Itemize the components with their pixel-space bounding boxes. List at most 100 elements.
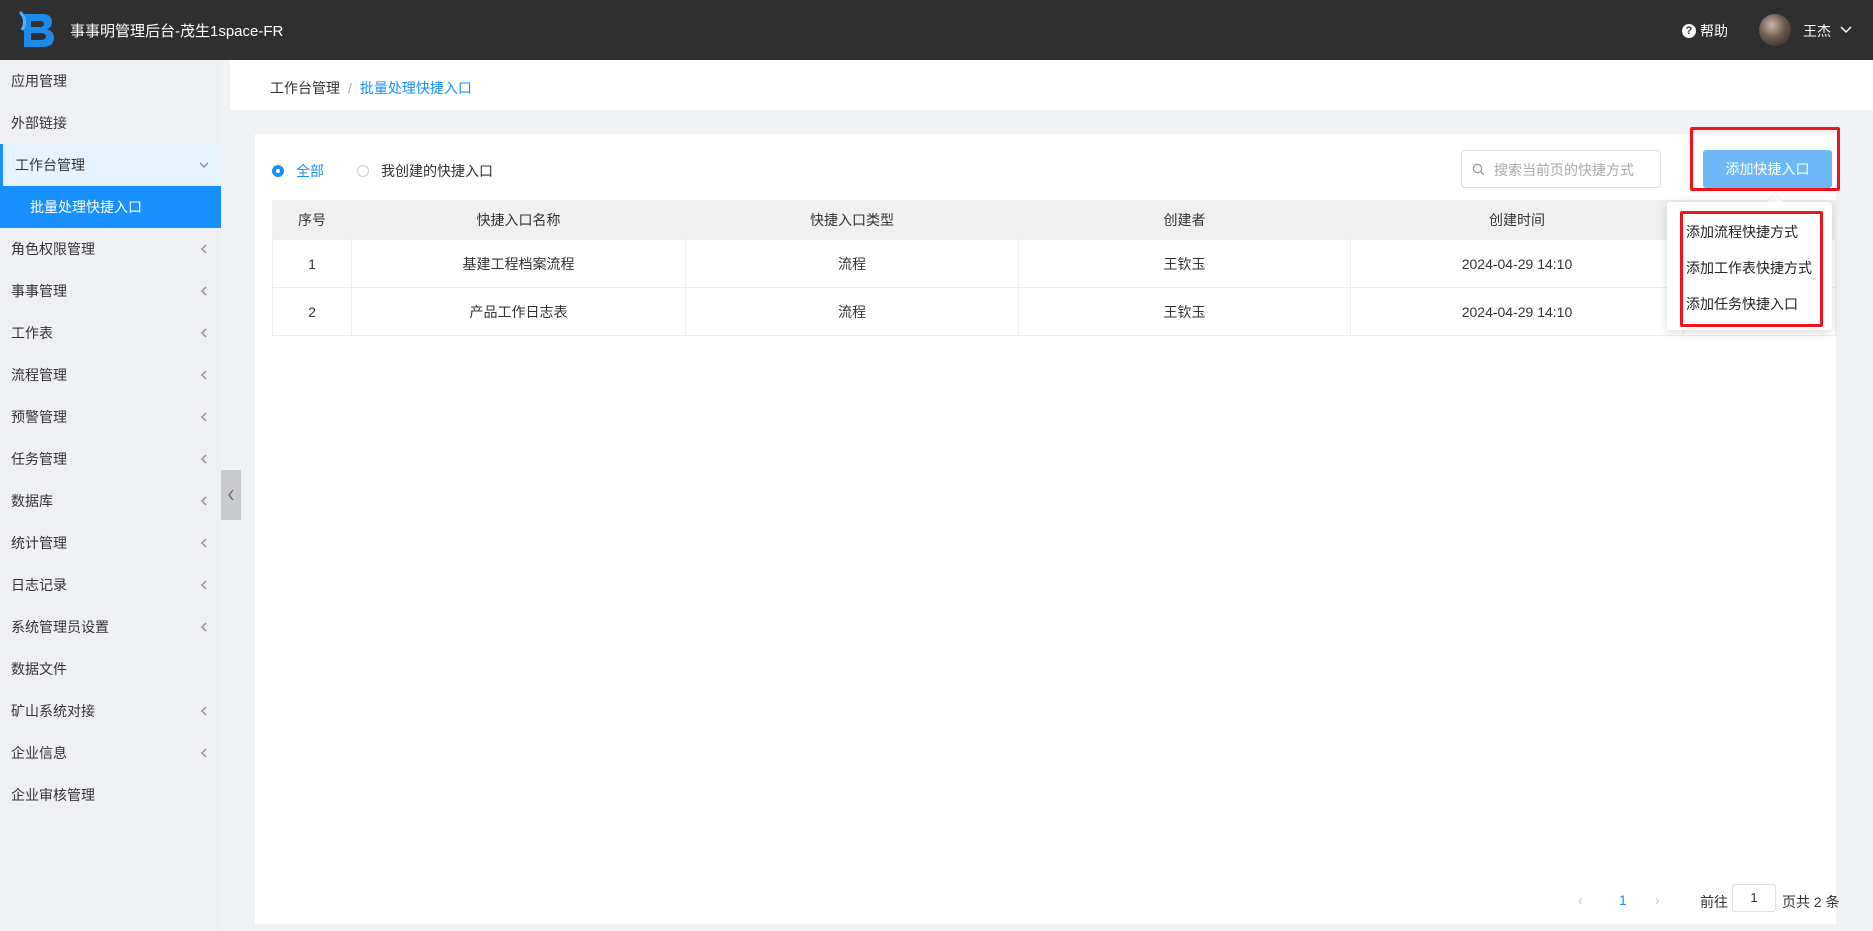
filter-mine-label: 我创建的快捷入口: [381, 163, 493, 179]
table-cell: 王钦玉: [1019, 288, 1351, 335]
sidebar-item-label: 批量处理快捷入口: [30, 199, 142, 215]
filter-mine-radio[interactable]: 我创建的快捷入口: [357, 161, 493, 181]
radio-checked-icon: [272, 165, 284, 177]
sidebar-item-worksheet[interactable]: 工作表: [0, 312, 221, 354]
sidebar-item-alerts[interactable]: 预警管理: [0, 396, 221, 438]
sidebar-item-label: 矿山系统对接: [11, 703, 95, 719]
pagination-page-1[interactable]: 1: [1619, 892, 1627, 908]
pagination-goto-label: 前往: [1700, 894, 1728, 910]
chevron-left-icon: [201, 748, 207, 758]
sidebar-item-admin-settings[interactable]: 系统管理员设置: [0, 606, 221, 648]
sidebar-item-data-files[interactable]: 数据文件: [0, 648, 221, 690]
table-cell: 2024-04-29 14:10: [1351, 288, 1684, 335]
help-icon: ?: [1682, 24, 1696, 38]
chevron-left-icon: [201, 370, 207, 380]
highlight-box: [1690, 127, 1840, 191]
main-panel: 全部 我创建的快捷入口 添加快捷入口 序号 快捷入口名称 快捷入口类型 创建者 …: [255, 134, 1836, 924]
breadcrumb-separator: /: [348, 80, 352, 96]
sidebar-collapse-button[interactable]: [221, 470, 241, 520]
highlight-box: [1680, 211, 1823, 327]
pagination-goto-input[interactable]: 1: [1732, 884, 1776, 912]
breadcrumb: 工作台管理 / 批量处理快捷入口: [270, 78, 472, 98]
column-header: 序号: [272, 200, 352, 239]
sidebar-item-label: 工作台管理: [15, 157, 85, 173]
sidebar-item-tasks[interactable]: 任务管理: [0, 438, 221, 480]
sidebar-item-app-management[interactable]: 应用管理: [0, 60, 221, 102]
pagination-next-button[interactable]: ›: [1655, 892, 1660, 908]
avatar[interactable]: [1759, 14, 1791, 46]
pagination-prev-button[interactable]: ‹: [1578, 892, 1583, 908]
sidebar-item-label: 任务管理: [11, 451, 67, 467]
sidebar-item-label: 数据库: [11, 493, 53, 509]
column-header: 快捷入口名称: [352, 200, 686, 239]
sidebar-item-label: 预警管理: [11, 409, 67, 425]
app-logo-icon: [18, 10, 54, 47]
sidebar-item-workbench-management[interactable]: 工作台管理: [0, 144, 221, 186]
chevron-left-icon: [201, 706, 207, 716]
app-title: 事事明管理后台-茂生1space-FR: [70, 23, 284, 40]
table-cell: 2024-04-29 14:10: [1351, 240, 1684, 287]
search-icon: [1472, 163, 1485, 176]
search-box[interactable]: [1461, 150, 1661, 188]
radio-unchecked-icon: [357, 165, 369, 177]
sidebar-item-database[interactable]: 数据库: [0, 480, 221, 522]
sidebar-item-batch-shortcuts[interactable]: 批量处理快捷入口: [0, 186, 221, 228]
sidebar-item-label: 企业审核管理: [11, 787, 95, 803]
breadcrumb-bar: 工作台管理 / 批量处理快捷入口: [230, 60, 1873, 110]
search-input[interactable]: [1492, 159, 1656, 181]
top-bar: 事事明管理后台-茂生1space-FR ? 帮助 王杰: [0, 0, 1873, 60]
chevron-down-icon: [199, 162, 209, 168]
chevron-left-icon: [201, 328, 207, 338]
table-row[interactable]: 2 产品工作日志表 流程 王钦玉 2024-04-29 14:10: [272, 288, 1836, 336]
column-header: 创建者: [1019, 200, 1351, 239]
sidebar-item-label: 应用管理: [11, 73, 67, 89]
chevron-down-icon[interactable]: [1839, 22, 1853, 36]
chevron-left-icon: [201, 622, 207, 632]
sidebar-item-logs[interactable]: 日志记录: [0, 564, 221, 606]
table-header-row: 序号 快捷入口名称 快捷入口类型 创建者 创建时间: [272, 200, 1836, 240]
table-cell: 王钦玉: [1019, 240, 1351, 287]
chevron-left-icon: [201, 412, 207, 422]
breadcrumb-current: 批量处理快捷入口: [359, 80, 472, 96]
sidebar-item-statistics[interactable]: 统计管理: [0, 522, 221, 564]
sidebar-item-label: 外部链接: [11, 115, 67, 131]
sidebar-item-label: 事事管理: [11, 283, 67, 299]
pagination-total: 页共 2 条: [1782, 894, 1840, 910]
sidebar-item-mine-integration[interactable]: 矿山系统对接: [0, 690, 221, 732]
table-cell: 流程: [686, 240, 1019, 287]
filter-all-label: 全部: [296, 163, 324, 179]
sidebar-item-label: 统计管理: [11, 535, 67, 551]
sidebar-item-label: 数据文件: [11, 661, 67, 677]
sidebar-item-label: 企业信息: [11, 745, 67, 761]
help-label: 帮助: [1700, 23, 1728, 39]
sidebar-item-role-permissions[interactable]: 角色权限管理: [0, 228, 221, 270]
chevron-left-icon: [228, 489, 234, 501]
sidebar-item-label: 系统管理员设置: [11, 619, 109, 635]
sidebar-item-enterprise-review[interactable]: 企业审核管理: [0, 774, 221, 816]
chevron-left-icon: [201, 580, 207, 590]
table-row[interactable]: 1 基建工程档案流程 流程 王钦玉 2024-04-29 14:10: [272, 240, 1836, 288]
breadcrumb-parent[interactable]: 工作台管理: [270, 80, 340, 96]
chevron-left-icon: [201, 286, 207, 296]
sidebar: 应用管理 外部链接 工作台管理 批量处理快捷入口 角色权限管理 事事管理 工作表…: [0, 60, 221, 931]
sidebar-item-label: 流程管理: [11, 367, 67, 383]
sidebar-item-process[interactable]: 流程管理: [0, 354, 221, 396]
sidebar-item-label: 角色权限管理: [11, 241, 95, 257]
sidebar-item-external-links[interactable]: 外部链接: [0, 102, 221, 144]
table-cell: 2: [272, 288, 352, 335]
chevron-left-icon: [201, 496, 207, 506]
table-cell: 产品工作日志表: [352, 288, 686, 335]
table-cell: 基建工程档案流程: [352, 240, 686, 287]
column-header: 创建时间: [1351, 200, 1684, 239]
chevron-left-icon: [201, 538, 207, 548]
table-cell: 流程: [686, 288, 1019, 335]
chevron-left-icon: [201, 454, 207, 464]
sidebar-item-affairs[interactable]: 事事管理: [0, 270, 221, 312]
table-cell: 1: [272, 240, 352, 287]
column-header: 快捷入口类型: [686, 200, 1019, 239]
sidebar-item-enterprise-info[interactable]: 企业信息: [0, 732, 221, 774]
sidebar-item-label: 日志记录: [11, 577, 67, 593]
username[interactable]: 王杰: [1803, 21, 1831, 41]
filter-all-radio[interactable]: 全部: [272, 161, 324, 181]
help-link[interactable]: ? 帮助: [1682, 21, 1728, 41]
